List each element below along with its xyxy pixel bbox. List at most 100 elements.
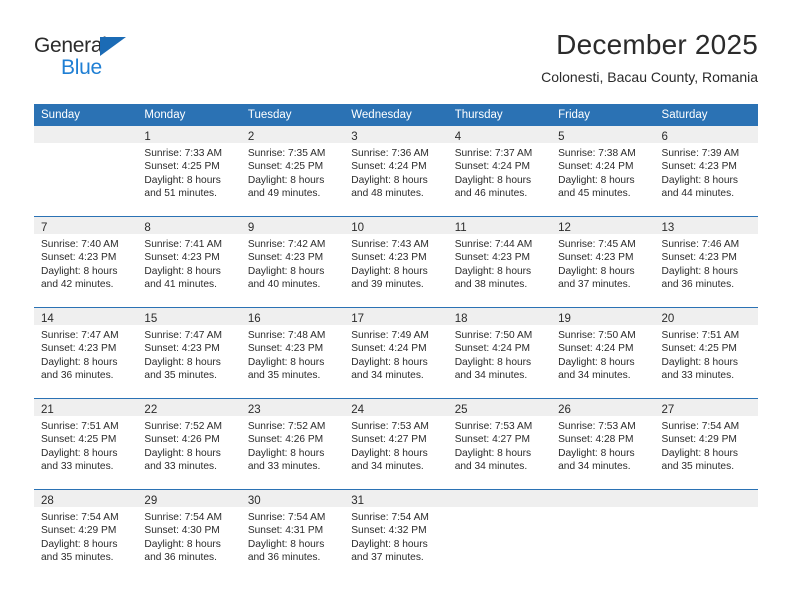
- calendar-day-cell[interactable]: 16 Sunrise: 7:48 AM Sunset: 4:23 PM Dayligh…: [240, 307, 345, 399]
- calendar-day-cell[interactable]: 7 Sunrise: 7:40 AM Sunset: 4:23 PM Daylight…: [34, 216, 138, 308]
- calendar-day-cell[interactable]: 30 Sunrise: 7:54 AM Sunset: 4:31 PM Dayligh…: [240, 489, 345, 580]
- day-cell-inner: 29 Sunrise: 7:54 AM Sunset: 4:30 PM Dayligh…: [137, 490, 241, 580]
- day-number: 31: [351, 495, 365, 507]
- calendar-day-cell[interactable]: 23 Sunrise: 7:52 AM Sunset: 4:26 PM Dayligh…: [240, 398, 345, 490]
- calendar-day-cell[interactable]: 31 Sunrise: 7:54 AM Sunset: 4:32 PM Dayligh…: [344, 489, 448, 580]
- day-detail-line: Daylight: 8 hours: [558, 447, 635, 459]
- day-detail-line: Sunrise: 7:49 AM: [351, 330, 429, 341]
- day-cell-inner: 20 Sunrise: 7:51 AM Sunset: 4:25 PM Dayligh…: [654, 308, 758, 398]
- day-detail-line: and 38 minutes.: [454, 278, 528, 290]
- weekday-label: Wednesday: [351, 109, 412, 121]
- calendar-week-row: 21 Sunrise: 7:51 AM Sunset: 4:25 PM Dayligh…: [34, 398, 758, 490]
- calendar-day-cell[interactable]: 8 Sunrise: 7:41 AM Sunset: 4:23 PM Daylight…: [137, 216, 241, 308]
- day-cell-details: Sunrise: 7:41 AM Sunset: 4:23 PM Daylight:…: [137, 234, 240, 291]
- day-detail-line: and 33 minutes.: [41, 460, 114, 472]
- calendar-day-cell[interactable]: 20 Sunrise: 7:51 AM Sunset: 4:25 PM Dayligh…: [654, 307, 758, 399]
- calendar-day-cell[interactable]: 25 Sunrise: 7:53 AM Sunset: 4:27 PM Dayligh…: [447, 398, 552, 490]
- day-detail-line: and 34 minutes.: [558, 369, 631, 381]
- day-detail-line: Sunrise: 7:44 AM: [454, 239, 533, 250]
- day-number-band: 15: [137, 308, 241, 325]
- day-number: 4: [454, 131, 462, 143]
- day-detail-line: Daylight: 8 hours: [454, 174, 532, 186]
- day-cell-inner: 30 Sunrise: 7:54 AM Sunset: 4:31 PM Dayligh…: [240, 490, 345, 580]
- calendar-day-cell[interactable]: 22 Sunrise: 7:52 AM Sunset: 4:26 PM Dayligh…: [137, 398, 241, 490]
- day-cell-inner: 22 Sunrise: 7:52 AM Sunset: 4:26 PM Dayligh…: [137, 399, 241, 489]
- calendar-day-cell[interactable]: 11 Sunrise: 7:44 AM Sunset: 4:23 PM Dayligh…: [447, 216, 552, 308]
- day-number-band: 25: [447, 399, 552, 416]
- day-cell-details: Sunrise: 7:50 AM Sunset: 4:24 PM Daylight:…: [551, 325, 654, 382]
- weekday-label: Friday: [558, 109, 591, 121]
- day-number-band: 12: [551, 217, 655, 234]
- calendar-day-cell[interactable]: 26 Sunrise: 7:53 AM Sunset: 4:28 PM Dayligh…: [551, 398, 655, 490]
- day-detail-line: Sunset: 4:23 PM: [661, 161, 737, 173]
- weekday-header: Sunday Monday Tuesday Wednesday Thursday Frid…: [34, 104, 758, 126]
- day-cell-details: Sunrise: 7:53 AM Sunset: 4:27 PM Daylight:…: [344, 416, 447, 473]
- calendar-day-cell[interactable]: 4 Sunrise: 7:37 AM Sunset: 4:24 PM Daylight…: [447, 126, 552, 217]
- day-cell-inner: 28 Sunrise: 7:54 AM Sunset: 4:29 PM Dayligh…: [34, 490, 138, 580]
- day-detail-line: and 37 minutes.: [351, 551, 424, 563]
- day-number-band: 8: [137, 217, 241, 234]
- day-detail-line: and 39 minutes.: [351, 278, 424, 290]
- calendar-day-cell[interactable]: 6 Sunrise: 7:39 AM Sunset: 4:23 PM Daylight…: [654, 126, 758, 217]
- calendar-empty-cell: [654, 489, 758, 580]
- day-detail-line: Sunset: 4:26 PM: [144, 434, 220, 446]
- calendar-day-cell[interactable]: 3 Sunrise: 7:36 AM Sunset: 4:24 PM Daylight…: [344, 126, 448, 217]
- general-blue-logo: General Blue: [34, 34, 154, 86]
- day-detail-line: Sunset: 4:28 PM: [558, 434, 634, 446]
- day-number: 23: [247, 404, 261, 416]
- day-cell-inner: 7 Sunrise: 7:40 AM Sunset: 4:23 PM Daylight…: [34, 217, 138, 307]
- day-detail-line: Sunset: 4:27 PM: [454, 434, 531, 446]
- day-number-band: 30: [240, 490, 345, 507]
- day-detail-line: and 35 minutes.: [247, 369, 321, 381]
- calendar-day-cell[interactable]: 24 Sunrise: 7:53 AM Sunset: 4:27 PM Dayligh…: [344, 398, 448, 490]
- calendar-day-cell[interactable]: 28 Sunrise: 7:54 AM Sunset: 4:29 PM Dayligh…: [34, 489, 138, 580]
- day-number: 15: [144, 313, 158, 325]
- day-number-band: 3: [344, 126, 448, 143]
- day-detail-line: Daylight: 8 hours: [351, 538, 428, 550]
- day-detail-line: Sunset: 4:23 PM: [558, 252, 634, 264]
- day-detail-line: and 36 minutes.: [247, 551, 321, 563]
- calendar-day-cell[interactable]: 14 Sunrise: 7:47 AM Sunset: 4:23 PM Dayligh…: [34, 307, 138, 399]
- day-cell-inner: 6 Sunrise: 7:39 AM Sunset: 4:23 PM Daylight…: [654, 126, 758, 216]
- day-detail-line: Sunset: 4:29 PM: [41, 525, 117, 537]
- day-number: 8: [144, 222, 151, 234]
- calendar-day-cell[interactable]: 18 Sunrise: 7:50 AM Sunset: 4:24 PM Dayligh…: [447, 307, 552, 399]
- calendar-day-cell[interactable]: 27 Sunrise: 7:54 AM Sunset: 4:29 PM Dayligh…: [654, 398, 758, 490]
- calendar-day-cell[interactable]: 13 Sunrise: 7:46 AM Sunset: 4:23 PM Dayligh…: [654, 216, 758, 308]
- day-number-band: 23: [240, 399, 345, 416]
- day-number: 18: [454, 313, 468, 325]
- day-detail-line: Daylight: 8 hours: [41, 447, 118, 459]
- calendar-day-cell[interactable]: 21 Sunrise: 7:51 AM Sunset: 4:25 PM Dayligh…: [34, 398, 138, 490]
- calendar-day-cell[interactable]: 9 Sunrise: 7:42 AM Sunset: 4:23 PM Daylight…: [240, 216, 345, 308]
- calendar-day-cell[interactable]: 5 Sunrise: 7:38 AM Sunset: 4:24 PM Daylight…: [551, 126, 655, 217]
- calendar-day-cell[interactable]: 29 Sunrise: 7:54 AM Sunset: 4:30 PM Dayligh…: [137, 489, 241, 580]
- day-cell-details: Sunrise: 7:38 AM Sunset: 4:24 PM Daylight:…: [551, 143, 654, 200]
- day-detail-line: and 48 minutes.: [351, 187, 424, 199]
- calendar-day-cell[interactable]: 10 Sunrise: 7:43 AM Sunset: 4:23 PM Dayligh…: [344, 216, 448, 308]
- day-number: 16: [247, 313, 261, 325]
- day-detail-line: Sunrise: 7:36 AM: [351, 148, 429, 159]
- day-cell-details: Sunrise: 7:54 AM Sunset: 4:32 PM Daylight:…: [344, 507, 447, 564]
- calendar-day-cell[interactable]: 19 Sunrise: 7:50 AM Sunset: 4:24 PM Dayligh…: [551, 307, 655, 399]
- logo-text-blue: Blue: [61, 56, 102, 79]
- weekday-label: Saturday: [661, 109, 708, 121]
- day-detail-line: Sunset: 4:26 PM: [247, 434, 324, 446]
- weekday-header-cell: Friday: [551, 104, 655, 126]
- day-number: 1: [144, 131, 151, 143]
- day-detail-line: and 40 minutes.: [247, 278, 321, 290]
- calendar-day-cell[interactable]: 15 Sunrise: 7:47 AM Sunset: 4:23 PM Dayligh…: [137, 307, 241, 399]
- day-number: 19: [558, 313, 571, 325]
- calendar-day-cell[interactable]: 17 Sunrise: 7:49 AM Sunset: 4:24 PM Dayligh…: [344, 307, 448, 399]
- calendar-day-cell[interactable]: 2 Sunrise: 7:35 AM Sunset: 4:25 PM Daylight…: [240, 126, 345, 217]
- day-number-band: 22: [137, 399, 241, 416]
- day-cell-details: Sunrise: 7:54 AM Sunset: 4:29 PM Daylight:…: [655, 416, 758, 473]
- day-detail-line: and 41 minutes.: [144, 278, 217, 290]
- day-number-band: 13: [654, 217, 758, 234]
- day-detail-line: and 49 minutes.: [247, 187, 321, 199]
- day-detail-line: Daylight: 8 hours: [247, 538, 325, 550]
- calendar-day-cell[interactable]: 1 Sunrise: 7:33 AM Sunset: 4:25 PM Daylight…: [137, 126, 241, 217]
- calendar-day-cell[interactable]: 12 Sunrise: 7:45 AM Sunset: 4:23 PM Dayligh…: [551, 216, 655, 308]
- day-number-band: 6: [654, 126, 758, 143]
- day-detail-line: Sunrise: 7:54 AM: [351, 512, 429, 523]
- day-detail-line: Sunset: 4:24 PM: [454, 161, 531, 173]
